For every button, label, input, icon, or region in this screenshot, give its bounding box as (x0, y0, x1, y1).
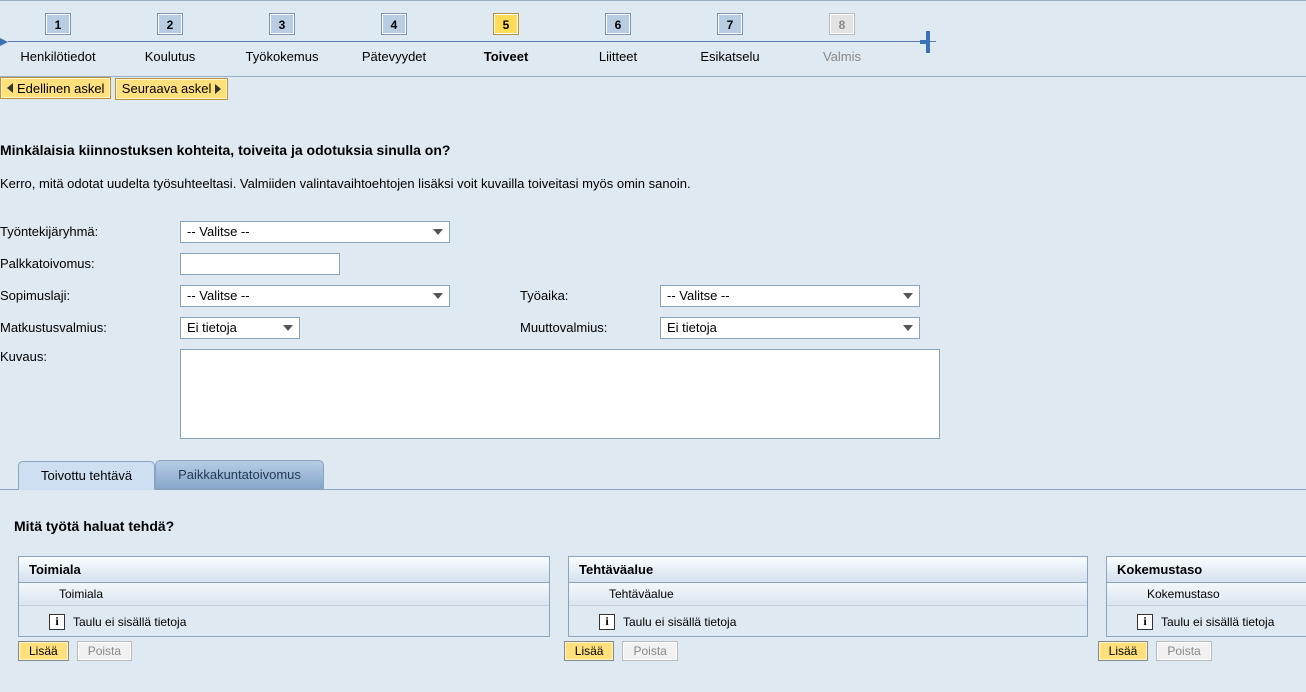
step-number: 5 (493, 13, 519, 35)
tab-label: Paikkakuntatoivomus (178, 467, 301, 482)
panel-title: Tehtäväalue (569, 557, 1087, 583)
working-time-label: Työaika: (520, 288, 660, 303)
column-header: Tehtäväalue (569, 583, 1087, 606)
panel-title: Kokemustaso (1107, 557, 1306, 583)
step-number: 7 (717, 13, 743, 35)
chevron-down-icon (433, 229, 443, 235)
wizard-step-7[interactable]: 7 Esikatselu (674, 13, 786, 64)
chevron-left-icon (7, 83, 13, 93)
description-label: Kuvaus: (0, 349, 180, 364)
chevron-down-icon (903, 325, 913, 331)
travel-readiness-select[interactable]: Ei tietoja (180, 317, 300, 339)
empty-text: Taulu ei sisällä tietoja (623, 615, 736, 629)
step-number: 6 (605, 13, 631, 35)
step-label: Koulutus (114, 49, 226, 64)
button-label: Poista (1167, 644, 1200, 658)
add-industry-button[interactable]: Lisää (18, 641, 69, 661)
remove-industry-button: Poista (77, 641, 132, 661)
relocation-readiness-label: Muuttovalmius: (520, 320, 660, 335)
tab-desired-task[interactable]: Toivottu tehtävä (18, 461, 155, 490)
select-value: Ei tietoja (667, 320, 717, 335)
chevron-down-icon (903, 293, 913, 299)
panel-title: Toimiala (19, 557, 549, 583)
wizard-step-6[interactable]: 6 Liitteet (562, 13, 674, 64)
description-textarea[interactable] (180, 349, 940, 439)
roadmap-end-icon (920, 31, 934, 56)
step-label: Esikatselu (674, 49, 786, 64)
select-value: Ei tietoja (187, 320, 237, 335)
wizard-step-2[interactable]: 2 Koulutus (114, 13, 226, 64)
remove-task-area-button: Poista (622, 641, 677, 661)
step-label: Pätevyydet (338, 49, 450, 64)
panel-experience-level: Kokemustaso Kokemustaso i Taulu ei sisäl… (1106, 556, 1306, 637)
button-label: Lisää (29, 644, 58, 658)
page-intro: Kerro, mitä odotat uudelta työsuhteeltas… (0, 176, 1306, 191)
empty-text: Taulu ei sisällä tietoja (73, 615, 186, 629)
contract-type-select[interactable]: -- Valitse -- (180, 285, 450, 307)
page-heading: Minkälaisia kiinnostuksen kohteita, toiv… (0, 142, 1306, 158)
chevron-down-icon (433, 293, 443, 299)
step-number: 3 (269, 13, 295, 35)
tab-location-preference[interactable]: Paikkakuntatoivomus (155, 460, 324, 489)
step-label: Valmis (786, 49, 898, 64)
step-number: 4 (381, 13, 407, 35)
chevron-down-icon (283, 325, 293, 331)
step-number: 8 (829, 13, 855, 35)
button-label: Poista (88, 644, 121, 658)
step-number: 2 (157, 13, 183, 35)
add-task-area-button[interactable]: Lisää (564, 641, 615, 661)
add-experience-button[interactable]: Lisää (1098, 641, 1149, 661)
remove-experience-button: Poista (1156, 641, 1211, 661)
travel-readiness-label: Matkustusvalmius: (0, 320, 180, 335)
salary-label: Palkkatoivomus: (0, 256, 180, 271)
info-icon: i (1137, 614, 1153, 630)
tabs: Toivottu tehtävä Paikkakuntatoivomus (0, 460, 1306, 490)
select-value: -- Valitse -- (187, 224, 250, 239)
relocation-readiness-select[interactable]: Ei tietoja (660, 317, 920, 339)
select-value: -- Valitse -- (667, 288, 730, 303)
column-header: Toimiala (19, 583, 549, 606)
column-header: Kokemustaso (1107, 583, 1306, 606)
wizard-step-3[interactable]: 3 Työkokemus (226, 13, 338, 64)
button-label: Edellinen askel (17, 81, 104, 96)
info-icon: i (49, 614, 65, 630)
chevron-right-icon (215, 84, 221, 94)
employee-group-label: Työntekijäryhmä: (0, 224, 180, 239)
info-icon: i (599, 614, 615, 630)
step-label: Liitteet (562, 49, 674, 64)
sub-heading: Mitä työtä haluat tehdä? (14, 518, 1306, 534)
wizard-step-8: 8 Valmis (786, 13, 898, 64)
button-label: Seuraava askel (122, 81, 212, 96)
step-label: Työkokemus (226, 49, 338, 64)
select-value: -- Valitse -- (187, 288, 250, 303)
wizard-step-5[interactable]: 5 Toiveet (450, 13, 562, 64)
working-time-select[interactable]: -- Valitse -- (660, 285, 920, 307)
panel-industry: Toimiala Toimiala i Taulu ei sisällä tie… (18, 556, 550, 637)
step-number: 1 (45, 13, 71, 35)
wizard-step-1[interactable]: 1 Henkilötiedot (2, 13, 114, 64)
wizard-step-4[interactable]: 4 Pätevyydet (338, 13, 450, 64)
salary-input[interactable] (180, 253, 340, 275)
next-step-button[interactable]: Seuraava askel (115, 78, 229, 100)
empty-text: Taulu ei sisällä tietoja (1161, 615, 1274, 629)
contract-type-label: Sopimuslaji: (0, 288, 180, 303)
button-label: Lisää (1109, 644, 1138, 658)
button-label: Lisää (575, 644, 604, 658)
panel-task-area: Tehtäväalue Tehtäväalue i Taulu ei sisäl… (568, 556, 1088, 637)
button-label: Poista (633, 644, 666, 658)
previous-step-button[interactable]: Edellinen askel (0, 77, 111, 99)
tab-label: Toivottu tehtävä (41, 468, 132, 483)
step-label: Toiveet (450, 49, 562, 64)
wizard-roadmap: 1 Henkilötiedot 2 Koulutus 3 Työkokemus … (0, 1, 1306, 76)
step-label: Henkilötiedot (2, 49, 114, 64)
employee-group-select[interactable]: -- Valitse -- (180, 221, 450, 243)
